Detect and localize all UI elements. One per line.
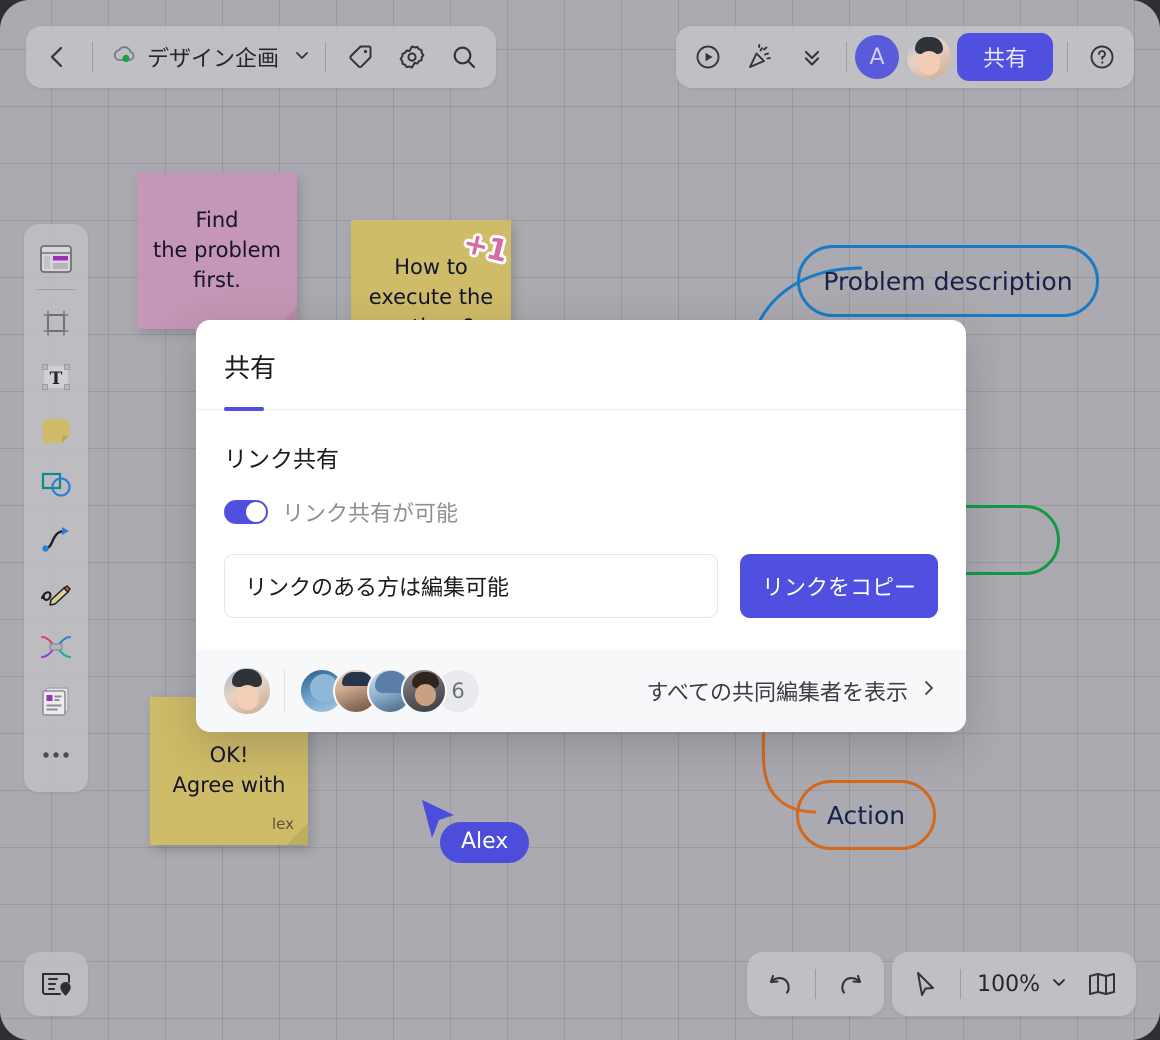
chevron-down-icon xyxy=(293,45,311,70)
tool-rail: T xyxy=(24,224,88,792)
double-chevron-down-icon[interactable] xyxy=(786,31,838,83)
active-tab-indicator xyxy=(224,407,264,411)
board-title: デザイン企画 xyxy=(147,47,280,72)
chevron-right-icon xyxy=(920,678,938,704)
note-line: execute the xyxy=(368,285,494,310)
avatar-owner[interactable] xyxy=(224,668,270,714)
app-window: Find the problem first. How to execute t… xyxy=(0,0,1160,1040)
map-icon[interactable] xyxy=(1076,958,1128,1010)
note-line: the problem xyxy=(152,238,282,263)
shape-action[interactable]: Action xyxy=(796,780,936,850)
divider xyxy=(815,969,816,999)
divider xyxy=(1067,42,1068,72)
redo-icon[interactable] xyxy=(824,958,876,1010)
divider xyxy=(37,289,75,290)
note-line: OK! xyxy=(209,743,249,768)
search-icon[interactable] xyxy=(438,31,490,83)
zoom-level-control[interactable]: 100% xyxy=(969,972,1076,997)
shape-problem-description[interactable]: Problem description xyxy=(797,245,1099,317)
zoom-level-value: 100% xyxy=(977,971,1040,997)
play-circle-icon[interactable] xyxy=(682,31,734,83)
zoom-toolbar: 100% xyxy=(892,952,1136,1016)
dialog-body: リンク共有 リンク共有が可能 リンクをコピー xyxy=(196,410,966,650)
board-name-menu[interactable]: デザイン企画 xyxy=(101,31,317,83)
copy-link-button[interactable]: リンクをコピー xyxy=(740,554,938,618)
section-title: リンク共有 xyxy=(224,447,339,473)
share-dialog: 共有 リンク共有 リンク共有が可能 リンクをコピー xyxy=(196,320,966,732)
dialog-header: 共有 xyxy=(196,320,966,411)
sticky-note[interactable]: Find the problem first. xyxy=(137,173,297,329)
pen-icon[interactable] xyxy=(30,566,82,620)
avatar-face xyxy=(236,685,259,710)
template-icon[interactable] xyxy=(30,232,82,286)
card-icon[interactable] xyxy=(30,674,82,728)
divider xyxy=(284,670,285,712)
view-all-collaborators-link[interactable]: すべての共同編集者を表示 xyxy=(646,675,938,707)
avatar-face xyxy=(917,51,940,75)
note-fold xyxy=(286,823,308,845)
note-line: first. xyxy=(193,267,241,292)
mindmap-icon[interactable] xyxy=(30,620,82,674)
divider xyxy=(845,42,847,72)
shape-label: Problem description xyxy=(823,266,1073,296)
toggle-knob xyxy=(246,502,266,522)
divider xyxy=(92,42,93,72)
note-line: How to xyxy=(394,255,468,280)
share-link-input[interactable] xyxy=(224,554,718,618)
note-line: Agree with xyxy=(172,773,286,797)
back-icon[interactable] xyxy=(32,31,84,83)
avatar[interactable]: A xyxy=(854,35,899,79)
remote-cursor-label: Alex xyxy=(440,822,530,863)
top-left-toolbar: デザイン企画 xyxy=(26,26,497,88)
avatar[interactable] xyxy=(906,35,951,79)
link-sharing-toggle[interactable] xyxy=(224,500,268,524)
dialog-footer: 6 すべての共同編集者を表示 xyxy=(196,650,966,732)
undo-icon[interactable] xyxy=(755,958,807,1010)
tag-icon[interactable] xyxy=(334,31,386,83)
cloud-synced-icon xyxy=(111,43,137,71)
divider xyxy=(325,42,327,72)
collaborator-avatars: 6 xyxy=(224,668,481,714)
avatar[interactable] xyxy=(401,668,447,714)
avatar-face xyxy=(415,684,436,706)
cursor-arrow-icon[interactable] xyxy=(900,958,952,1010)
divider xyxy=(960,969,962,999)
collaborator-stack: 6 xyxy=(299,668,481,714)
party-popper-icon[interactable] xyxy=(734,31,786,83)
shape-label: Action xyxy=(826,800,906,830)
toggle-label: リンク共有が可能 xyxy=(282,502,459,527)
top-right-toolbar: A 共有 xyxy=(675,26,1134,88)
history-toolbar xyxy=(747,952,884,1016)
link-sharing-toggle-row: リンク共有が可能 xyxy=(224,496,938,528)
svg-text:T: T xyxy=(50,369,63,389)
note-line: Find xyxy=(195,208,239,233)
share-button[interactable]: 共有 xyxy=(956,33,1053,81)
frame-icon[interactable] xyxy=(30,296,82,350)
chevron-down-icon xyxy=(1050,972,1068,997)
view-all-label: すべての共同編集者を表示 xyxy=(646,681,908,706)
shapes-icon[interactable] xyxy=(30,458,82,512)
gear-icon[interactable] xyxy=(386,31,438,83)
sticky-note-icon[interactable] xyxy=(30,404,82,458)
link-row: リンクをコピー xyxy=(224,554,938,618)
frames-panel-button[interactable] xyxy=(24,952,88,1016)
avatar-initial-text: A xyxy=(869,44,885,70)
question-circle-icon[interactable] xyxy=(1076,31,1128,83)
dialog-title: 共有 xyxy=(224,354,277,384)
more-icon[interactable] xyxy=(30,728,82,782)
text-icon[interactable]: T xyxy=(30,350,82,404)
connector-icon[interactable] xyxy=(30,512,82,566)
